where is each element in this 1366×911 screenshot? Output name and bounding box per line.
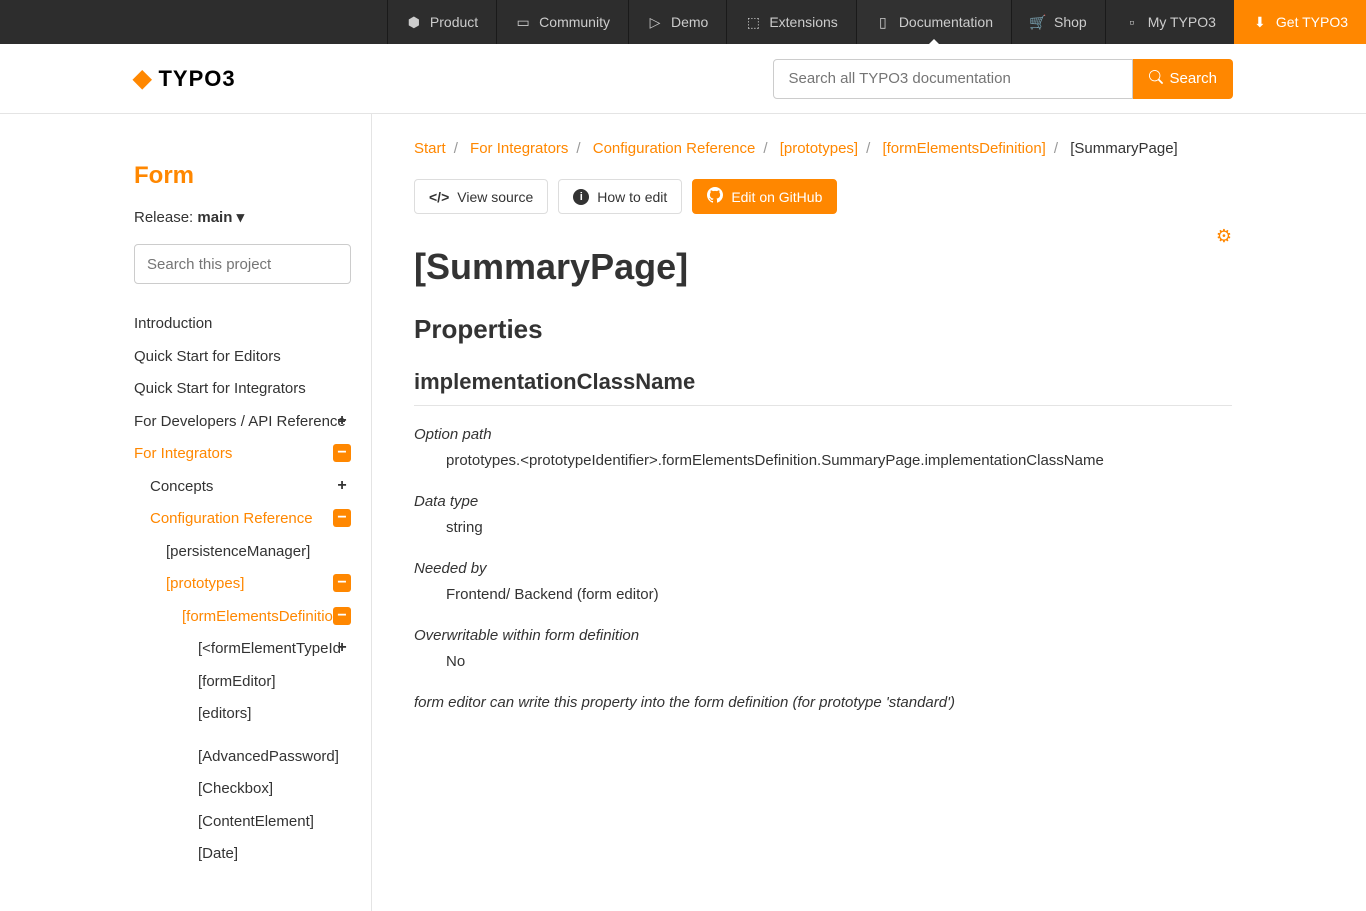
view-source-button[interactable]: </> View source	[414, 179, 548, 214]
sidebar-nav: Introduction Quick Start for Editors Qui…	[134, 308, 351, 871]
expand-icon[interactable]: +	[333, 477, 351, 495]
chevron-down-icon: ▾	[237, 209, 245, 226]
needed-by-value: Frontend/ Backend (form editor)	[446, 583, 1232, 607]
nav-product[interactable]: ⬢Product	[387, 0, 496, 44]
nav-my-typo3[interactable]: ▫My TYPO3	[1105, 0, 1234, 44]
property-definition: Option path prototypes.<prototypeIdentif…	[414, 426, 1232, 711]
product-icon: ⬢	[406, 14, 422, 30]
breadcrumb-fed[interactable]: [formElementsDefinition]	[882, 140, 1045, 157]
breadcrumb-integrators[interactable]: For Integrators	[470, 140, 568, 157]
page-title: [SummaryPage]	[414, 246, 1232, 288]
play-icon: ▷	[647, 14, 663, 30]
sidebar-item-introduction[interactable]: Introduction	[134, 308, 351, 341]
top-navigation: ⬢Product ▭Community ▷Demo ⬚Extensions ▯D…	[0, 0, 1366, 44]
site-header: ◆ TYPO3 Search	[0, 44, 1366, 114]
option-path-value: prototypes.<prototypeIdentifier>.formEle…	[446, 449, 1232, 473]
sidebar-item-content-element[interactable]: [ContentElement]	[198, 806, 351, 839]
sidebar-item-concepts[interactable]: Concepts	[150, 471, 351, 504]
data-type-label: Data type	[414, 493, 1232, 510]
needed-by-label: Needed by	[414, 560, 1232, 577]
nav-shop[interactable]: 🛒Shop	[1011, 0, 1105, 44]
sidebar-item-persistence[interactable]: [persistenceManager]	[166, 536, 351, 569]
cube-icon: ⬚	[745, 14, 761, 30]
sidebar-item-form-editor[interactable]: [formEditor]	[198, 666, 351, 699]
sidebar-item-for-integrators[interactable]: For Integrators	[134, 438, 351, 471]
sidebar-item-advanced-password[interactable]: [AdvancedPassword]	[198, 741, 351, 774]
search-button[interactable]: Search	[1133, 59, 1233, 99]
book-icon: ▯	[875, 14, 891, 30]
info-icon: i	[573, 189, 589, 205]
breadcrumb-start[interactable]: Start	[414, 140, 446, 157]
github-icon	[707, 187, 723, 206]
nav-get-typo3[interactable]: ⬇Get TYPO3	[1234, 0, 1366, 44]
sidebar-item-checkbox[interactable]: [Checkbox]	[198, 773, 351, 806]
overwritable-value: No	[446, 650, 1232, 674]
sidebar-item-date[interactable]: [Date]	[198, 838, 351, 871]
nav-documentation[interactable]: ▯Documentation	[856, 0, 1011, 44]
breadcrumb-config[interactable]: Configuration Reference	[593, 140, 756, 157]
collapse-icon[interactable]: −	[333, 607, 351, 625]
breadcrumb: Start/ For Integrators/ Configuration Re…	[414, 140, 1232, 157]
sidebar-item-prototypes[interactable]: [prototypes]	[166, 568, 351, 601]
nav-community[interactable]: ▭Community	[496, 0, 628, 44]
search-wrap: Search	[773, 59, 1233, 99]
community-icon: ▭	[515, 14, 531, 30]
sidebar-item-form-element-type-id[interactable]: [<formElementTypeId	[198, 633, 351, 666]
subsection-implementation-class-name: implementationClassName	[414, 369, 1232, 395]
sidebar-item-quick-integrators[interactable]: Quick Start for Integrators	[134, 373, 351, 406]
search-icon	[1149, 70, 1163, 88]
nav-extensions[interactable]: ⬚Extensions	[726, 0, 855, 44]
expand-icon[interactable]: +	[333, 412, 351, 430]
collapse-icon[interactable]: −	[333, 574, 351, 592]
logo-text: TYPO3	[158, 66, 235, 92]
logo[interactable]: ◆ TYPO3	[133, 64, 236, 93]
option-path-label: Option path	[414, 426, 1232, 443]
breadcrumb-current: [SummaryPage]	[1070, 140, 1178, 157]
sidebar-item-editors[interactable]: [editors]	[198, 698, 351, 731]
sidebar-item-quick-editors[interactable]: Quick Start for Editors	[134, 341, 351, 374]
nav-demo[interactable]: ▷Demo	[628, 0, 726, 44]
sidebar-item-for-developers[interactable]: For Developers / API Reference	[134, 406, 351, 439]
collapse-icon[interactable]: −	[333, 444, 351, 462]
cart-icon: 🛒	[1030, 14, 1046, 30]
code-icon: </>	[429, 189, 449, 205]
sidebar-title[interactable]: Form	[134, 162, 351, 190]
gear-icon[interactable]: ⚙	[1216, 226, 1232, 247]
project-search-input[interactable]	[134, 244, 351, 284]
sidebar-item-form-elements-definition[interactable]: [formElementsDefinition]	[182, 601, 351, 634]
collapse-icon[interactable]: −	[333, 509, 351, 527]
form-editor-can-label: form editor can write this property into…	[414, 694, 1232, 711]
release-selector[interactable]: Release: main ▾	[134, 208, 351, 226]
sidebar: Form Release: main ▾ Introduction Quick …	[0, 114, 372, 911]
sidebar-item-config-ref[interactable]: Configuration Reference	[150, 503, 351, 536]
logo-icon: ◆	[133, 64, 152, 93]
breadcrumb-prototypes[interactable]: [prototypes]	[780, 140, 858, 157]
main-content: Start/ For Integrators/ Configuration Re…	[372, 114, 1366, 911]
section-properties: Properties	[414, 314, 1232, 345]
how-to-edit-button[interactable]: i How to edit	[558, 179, 682, 214]
edit-on-github-button[interactable]: Edit on GitHub	[692, 179, 837, 214]
overwritable-label: Overwritable within form definition	[414, 627, 1232, 644]
expand-icon[interactable]: +	[333, 639, 351, 657]
account-icon: ▫	[1124, 14, 1140, 30]
download-icon: ⬇	[1252, 14, 1268, 30]
page-actions: </> View source i How to edit Edit on Gi…	[414, 179, 1232, 214]
data-type-value: string	[446, 516, 1232, 540]
search-input[interactable]	[773, 59, 1133, 99]
